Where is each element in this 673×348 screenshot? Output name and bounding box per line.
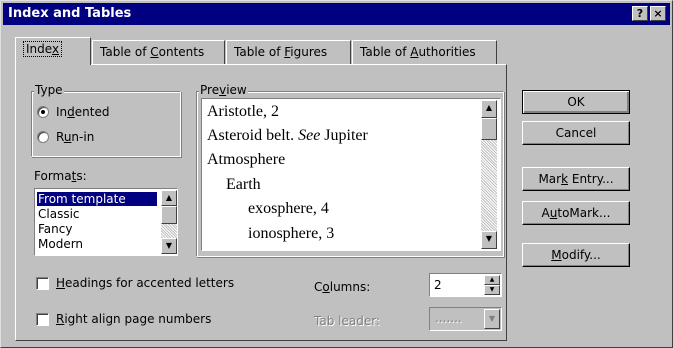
- preview-line: Aristotle, 2: [207, 103, 279, 120]
- tab-leader-dropdown[interactable]: ....... ▼: [429, 307, 502, 331]
- format-item-modern[interactable]: Modern: [37, 237, 157, 251]
- up-arrow-icon: ▲: [485, 103, 493, 112]
- run-in-radio[interactable]: [37, 131, 49, 143]
- right-align-checkbox[interactable]: [36, 313, 49, 326]
- columns-down-button[interactable]: ▼: [484, 285, 500, 295]
- columns-spinner[interactable]: 2 ▲ ▼: [429, 273, 502, 297]
- preview-line: exosphere, 4: [248, 200, 329, 217]
- headings-label[interactable]: Headings for accented letters: [56, 276, 234, 290]
- preview-line: Asteroid belt. See Jupiter: [207, 127, 368, 144]
- dialog-title: Index and Tables: [8, 6, 132, 21]
- formats-listbox[interactable]: From template Classic Fancy Modern ▲ ▼: [34, 188, 178, 256]
- ok-button[interactable]: OK: [522, 90, 630, 114]
- cancel-button[interactable]: Cancel: [522, 121, 630, 145]
- tab-index[interactable]: Index: [15, 37, 91, 65]
- indented-label[interactable]: Indented: [56, 105, 109, 119]
- down-arrow-icon: ▼: [165, 241, 173, 250]
- columns-label: Columns:: [314, 280, 371, 294]
- format-item-fancy[interactable]: Fancy: [37, 222, 157, 236]
- format-item-from-template[interactable]: From template: [37, 192, 157, 206]
- preview-line: Earth: [226, 176, 261, 193]
- radio-selected-dot: [41, 110, 45, 114]
- help-button[interactable]: ?: [632, 6, 648, 21]
- up-arrow-icon: ▲: [165, 193, 173, 202]
- down-arrow-icon: ▼: [489, 286, 495, 293]
- right-align-label[interactable]: Right align page numbers: [56, 312, 211, 326]
- type-group-legend: Type: [34, 83, 64, 97]
- headings-checkbox[interactable]: [36, 277, 49, 290]
- preview-line: Atmosphere: [207, 151, 286, 168]
- close-icon: ×: [653, 7, 663, 20]
- columns-value[interactable]: 2: [434, 278, 442, 292]
- title-bar: Index and Tables ? ×: [3, 3, 670, 25]
- preview-scroll-down-button[interactable]: ▼: [481, 231, 497, 249]
- down-arrow-icon: ▼: [485, 234, 493, 243]
- indented-radio[interactable]: [37, 106, 49, 118]
- up-arrow-icon: ▲: [489, 276, 495, 283]
- mark-entry-button[interactable]: Mark Entry...: [522, 167, 630, 191]
- formats-scroll-thumb[interactable]: [161, 206, 177, 224]
- down-arrow-icon: ▼: [488, 314, 496, 323]
- tab-leader-dropdown-button[interactable]: ▼: [484, 309, 500, 329]
- preview-scroll-thumb[interactable]: [481, 118, 497, 140]
- type-group: [31, 91, 181, 157]
- close-button[interactable]: ×: [650, 6, 666, 21]
- index-and-tables-dialog: Index and Tables ? × Index Table of Cont…: [0, 0, 673, 348]
- tab-table-of-authorities[interactable]: Table of Authorities: [352, 40, 497, 64]
- tab-table-of-contents[interactable]: Table of Contents: [92, 40, 225, 64]
- tab-leader-value: .......: [435, 311, 462, 325]
- automark-button[interactable]: AutoMark...: [522, 201, 630, 225]
- format-item-classic[interactable]: Classic: [37, 207, 157, 221]
- preview-box: Aristotle, 2 Asteroid belt. See Jupiter …: [201, 98, 501, 251]
- formats-label: Formats:: [34, 169, 87, 183]
- columns-up-button[interactable]: ▲: [484, 275, 500, 285]
- preview-scroll-up-button[interactable]: ▲: [481, 100, 497, 118]
- formats-scroll-down-button[interactable]: ▼: [161, 238, 177, 254]
- modify-button[interactable]: Modify...: [522, 243, 630, 267]
- tab-index-label: Index: [23, 41, 63, 57]
- preview-legend: Preview: [199, 83, 248, 97]
- tab-table-of-figures[interactable]: Table of Figures: [226, 40, 351, 64]
- tab-leader-label: Tab leader:: [314, 314, 380, 328]
- preview-line: ionosphere, 3: [248, 225, 335, 242]
- formats-scroll-up-button[interactable]: ▲: [161, 190, 177, 206]
- run-in-label[interactable]: Run-in: [56, 130, 94, 144]
